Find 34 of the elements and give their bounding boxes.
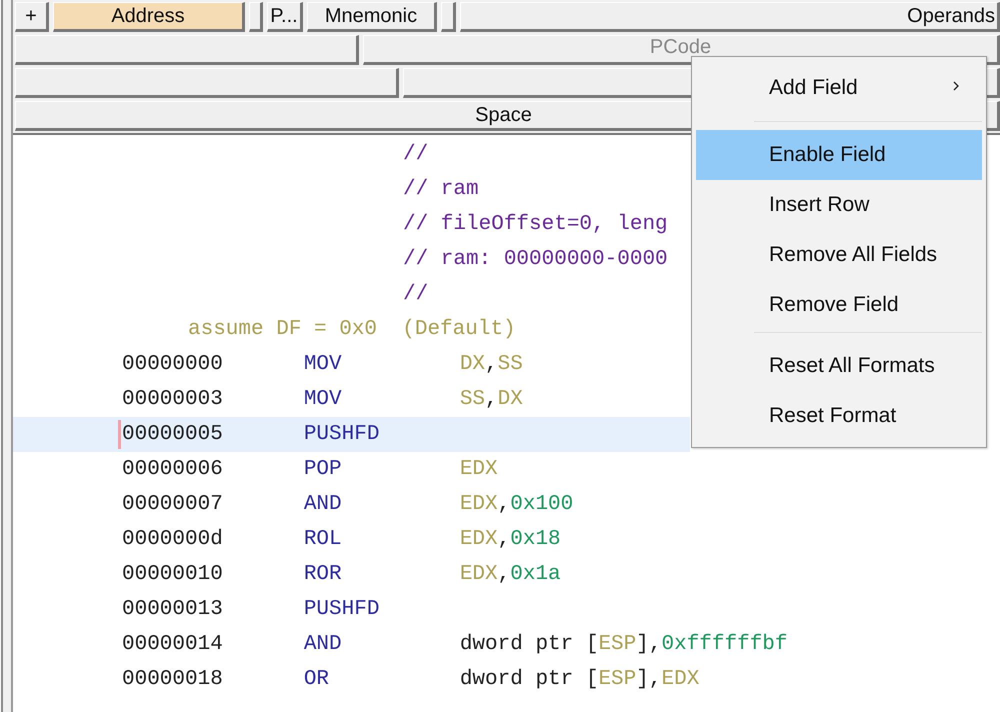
mnemonic-text: ROL — [304, 528, 343, 551]
address-text: 00000014 — [122, 633, 223, 656]
mnemonic-text: MOV — [304, 388, 343, 411]
operands-text: EDX,0x100 — [460, 493, 574, 516]
address-text: 00000018 — [122, 668, 223, 691]
address-text: 00000003 — [122, 388, 223, 411]
address-text: 00000000 — [122, 353, 223, 376]
mnemonic-text: PUSHFD — [304, 598, 380, 621]
mnemonic-text: ROR — [304, 563, 343, 586]
mnemonic-text: POP — [304, 458, 343, 481]
comment-text: // ram — [403, 178, 479, 201]
operands-text: DX,SS — [460, 353, 523, 376]
address-text: 00000013 — [122, 598, 223, 621]
mnemonic-text: OR — [304, 668, 330, 691]
comment-text: // fileOffset=0, leng — [403, 213, 668, 236]
comment-text: // — [403, 283, 428, 306]
mnemonic-text: AND — [304, 633, 343, 656]
operands-text: EDX — [460, 458, 498, 481]
mnemonic-text: AND — [304, 493, 343, 516]
operands-text: EDX,0x18 — [460, 528, 561, 551]
address-text: 0000000d — [122, 528, 223, 551]
operands-text: EDX,0x1a — [460, 563, 561, 586]
mnemonic-text: PUSHFD — [304, 423, 380, 446]
address-text: 00000005 — [122, 423, 223, 446]
address-text: 00000007 — [122, 493, 223, 516]
operands-text: dword ptr [ESP],EDX — [460, 668, 700, 691]
mnemonic-text: MOV — [304, 353, 343, 376]
address-text: 00000010 — [122, 563, 223, 586]
comment-text: // ram: 00000000-0000 — [403, 248, 668, 271]
operands-text: dword ptr [ESP],0xffffffbf — [460, 633, 788, 656]
assume-text: assume DF = 0x0 (Default) — [188, 318, 516, 341]
operands-text: SS,DX — [460, 388, 523, 411]
comment-text: // — [403, 143, 428, 166]
address-text: 00000006 — [122, 458, 223, 481]
